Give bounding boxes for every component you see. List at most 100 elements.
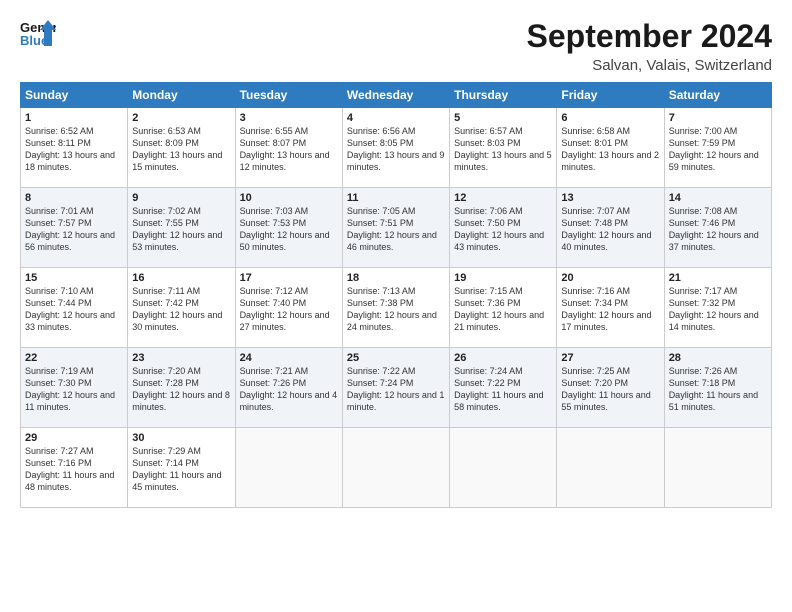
calendar-cell: 10 Sunrise: 7:03 AM Sunset: 7:53 PM Dayl… <box>235 188 342 268</box>
day-number: 25 <box>347 352 445 364</box>
col-header-sunday: Sunday <box>21 83 128 108</box>
col-header-wednesday: Wednesday <box>342 83 449 108</box>
calendar-cell: 13 Sunrise: 7:07 AM Sunset: 7:48 PM Dayl… <box>557 188 664 268</box>
calendar-cell: 1 Sunrise: 6:52 AM Sunset: 8:11 PM Dayli… <box>21 108 128 188</box>
calendar-cell: 17 Sunrise: 7:12 AM Sunset: 7:40 PM Dayl… <box>235 268 342 348</box>
calendar-cell: 5 Sunrise: 6:57 AM Sunset: 8:03 PM Dayli… <box>450 108 557 188</box>
calendar-cell: 27 Sunrise: 7:25 AM Sunset: 7:20 PM Dayl… <box>557 348 664 428</box>
col-header-tuesday: Tuesday <box>235 83 342 108</box>
day-info: Sunrise: 7:12 AM Sunset: 7:40 PM Dayligh… <box>240 285 338 334</box>
day-info: Sunrise: 6:53 AM Sunset: 8:09 PM Dayligh… <box>132 125 230 174</box>
day-number: 12 <box>454 192 552 204</box>
day-number: 21 <box>669 272 767 284</box>
day-number: 10 <box>240 192 338 204</box>
calendar-cell: 4 Sunrise: 6:56 AM Sunset: 8:05 PM Dayli… <box>342 108 449 188</box>
calendar-cell: 23 Sunrise: 7:20 AM Sunset: 7:28 PM Dayl… <box>128 348 235 428</box>
day-info: Sunrise: 7:15 AM Sunset: 7:36 PM Dayligh… <box>454 285 552 334</box>
day-info: Sunrise: 7:16 AM Sunset: 7:34 PM Dayligh… <box>561 285 659 334</box>
calendar-cell: 8 Sunrise: 7:01 AM Sunset: 7:57 PM Dayli… <box>21 188 128 268</box>
calendar-cell: 28 Sunrise: 7:26 AM Sunset: 7:18 PM Dayl… <box>664 348 771 428</box>
calendar-cell: 30 Sunrise: 7:29 AM Sunset: 7:14 PM Dayl… <box>128 428 235 508</box>
day-number: 8 <box>25 192 123 204</box>
day-number: 6 <box>561 112 659 124</box>
calendar-cell: 15 Sunrise: 7:10 AM Sunset: 7:44 PM Dayl… <box>21 268 128 348</box>
calendar-cell: 19 Sunrise: 7:15 AM Sunset: 7:36 PM Dayl… <box>450 268 557 348</box>
calendar-cell <box>664 428 771 508</box>
day-info: Sunrise: 7:27 AM Sunset: 7:16 PM Dayligh… <box>25 445 123 494</box>
day-info: Sunrise: 7:26 AM Sunset: 7:18 PM Dayligh… <box>669 365 767 414</box>
day-number: 7 <box>669 112 767 124</box>
day-info: Sunrise: 7:19 AM Sunset: 7:30 PM Dayligh… <box>25 365 123 414</box>
day-number: 27 <box>561 352 659 364</box>
day-number: 28 <box>669 352 767 364</box>
col-header-saturday: Saturday <box>664 83 771 108</box>
calendar-cell: 21 Sunrise: 7:17 AM Sunset: 7:32 PM Dayl… <box>664 268 771 348</box>
day-number: 3 <box>240 112 338 124</box>
day-info: Sunrise: 7:13 AM Sunset: 7:38 PM Dayligh… <box>347 285 445 334</box>
logo: General Blue <box>20 18 56 48</box>
day-number: 29 <box>25 432 123 444</box>
calendar-cell: 18 Sunrise: 7:13 AM Sunset: 7:38 PM Dayl… <box>342 268 449 348</box>
day-info: Sunrise: 6:56 AM Sunset: 8:05 PM Dayligh… <box>347 125 445 174</box>
day-number: 19 <box>454 272 552 284</box>
logo-icon: General Blue <box>20 18 56 48</box>
day-number: 16 <box>132 272 230 284</box>
svg-text:Blue: Blue <box>20 33 48 48</box>
calendar-cell: 24 Sunrise: 7:21 AM Sunset: 7:26 PM Dayl… <box>235 348 342 428</box>
day-number: 20 <box>561 272 659 284</box>
calendar-cell: 3 Sunrise: 6:55 AM Sunset: 8:07 PM Dayli… <box>235 108 342 188</box>
day-info: Sunrise: 7:08 AM Sunset: 7:46 PM Dayligh… <box>669 205 767 254</box>
title-block: September 2024 Salvan, Valais, Switzerla… <box>527 18 772 74</box>
calendar-cell <box>557 428 664 508</box>
day-number: 26 <box>454 352 552 364</box>
day-info: Sunrise: 7:05 AM Sunset: 7:51 PM Dayligh… <box>347 205 445 254</box>
day-info: Sunrise: 7:20 AM Sunset: 7:28 PM Dayligh… <box>132 365 230 414</box>
day-info: Sunrise: 7:24 AM Sunset: 7:22 PM Dayligh… <box>454 365 552 414</box>
calendar-cell: 29 Sunrise: 7:27 AM Sunset: 7:16 PM Dayl… <box>21 428 128 508</box>
day-number: 1 <box>25 112 123 124</box>
day-info: Sunrise: 7:11 AM Sunset: 7:42 PM Dayligh… <box>132 285 230 334</box>
day-number: 18 <box>347 272 445 284</box>
calendar-cell: 14 Sunrise: 7:08 AM Sunset: 7:46 PM Dayl… <box>664 188 771 268</box>
day-info: Sunrise: 7:07 AM Sunset: 7:48 PM Dayligh… <box>561 205 659 254</box>
day-number: 4 <box>347 112 445 124</box>
location-title: Salvan, Valais, Switzerland <box>527 57 772 74</box>
calendar-table: SundayMondayTuesdayWednesdayThursdayFrid… <box>20 82 772 508</box>
day-number: 30 <box>132 432 230 444</box>
day-info: Sunrise: 7:00 AM Sunset: 7:59 PM Dayligh… <box>669 125 767 174</box>
calendar-cell: 2 Sunrise: 6:53 AM Sunset: 8:09 PM Dayli… <box>128 108 235 188</box>
col-header-monday: Monday <box>128 83 235 108</box>
day-number: 15 <box>25 272 123 284</box>
day-info: Sunrise: 7:21 AM Sunset: 7:26 PM Dayligh… <box>240 365 338 414</box>
day-info: Sunrise: 7:01 AM Sunset: 7:57 PM Dayligh… <box>25 205 123 254</box>
day-info: Sunrise: 7:02 AM Sunset: 7:55 PM Dayligh… <box>132 205 230 254</box>
calendar-cell: 11 Sunrise: 7:05 AM Sunset: 7:51 PM Dayl… <box>342 188 449 268</box>
calendar-cell: 25 Sunrise: 7:22 AM Sunset: 7:24 PM Dayl… <box>342 348 449 428</box>
calendar-cell <box>342 428 449 508</box>
calendar-cell: 22 Sunrise: 7:19 AM Sunset: 7:30 PM Dayl… <box>21 348 128 428</box>
day-number: 2 <box>132 112 230 124</box>
day-info: Sunrise: 7:22 AM Sunset: 7:24 PM Dayligh… <box>347 365 445 414</box>
col-header-thursday: Thursday <box>450 83 557 108</box>
calendar-cell: 6 Sunrise: 6:58 AM Sunset: 8:01 PM Dayli… <box>557 108 664 188</box>
day-info: Sunrise: 7:17 AM Sunset: 7:32 PM Dayligh… <box>669 285 767 334</box>
day-number: 5 <box>454 112 552 124</box>
calendar-cell: 16 Sunrise: 7:11 AM Sunset: 7:42 PM Dayl… <box>128 268 235 348</box>
day-info: Sunrise: 6:58 AM Sunset: 8:01 PM Dayligh… <box>561 125 659 174</box>
day-number: 9 <box>132 192 230 204</box>
day-number: 24 <box>240 352 338 364</box>
col-header-friday: Friday <box>557 83 664 108</box>
calendar-cell: 26 Sunrise: 7:24 AM Sunset: 7:22 PM Dayl… <box>450 348 557 428</box>
day-number: 11 <box>347 192 445 204</box>
calendar-cell: 12 Sunrise: 7:06 AM Sunset: 7:50 PM Dayl… <box>450 188 557 268</box>
day-info: Sunrise: 6:52 AM Sunset: 8:11 PM Dayligh… <box>25 125 123 174</box>
day-number: 17 <box>240 272 338 284</box>
day-info: Sunrise: 6:57 AM Sunset: 8:03 PM Dayligh… <box>454 125 552 174</box>
month-title: September 2024 <box>527 18 772 55</box>
day-number: 13 <box>561 192 659 204</box>
calendar-cell: 7 Sunrise: 7:00 AM Sunset: 7:59 PM Dayli… <box>664 108 771 188</box>
day-info: Sunrise: 7:10 AM Sunset: 7:44 PM Dayligh… <box>25 285 123 334</box>
calendar-cell <box>235 428 342 508</box>
day-info: Sunrise: 7:03 AM Sunset: 7:53 PM Dayligh… <box>240 205 338 254</box>
calendar-cell <box>450 428 557 508</box>
